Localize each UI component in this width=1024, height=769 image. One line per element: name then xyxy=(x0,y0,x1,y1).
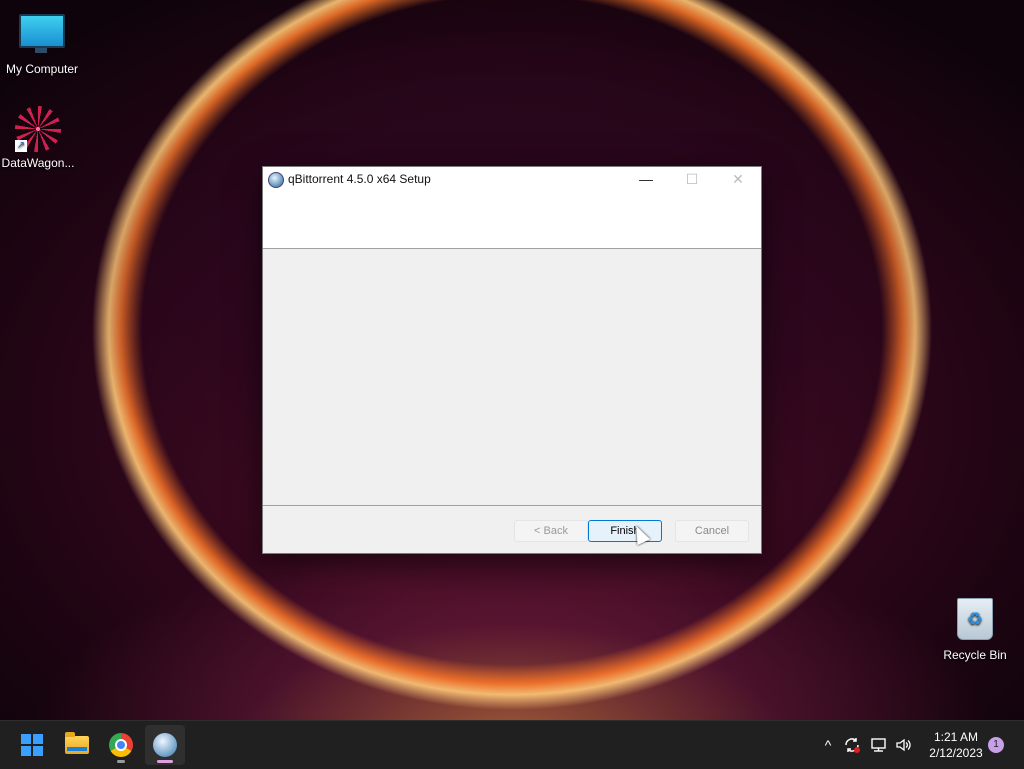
desktop-icon-my-computer[interactable]: My Computer xyxy=(0,4,84,76)
running-indicator xyxy=(117,760,125,763)
desktop-icon-label: My Computer xyxy=(5,62,79,76)
dialog-titlebar[interactable]: qBittorrent 4.5.0 x64 Setup — ☐ ✕ xyxy=(263,167,761,197)
cancel-button[interactable]: Cancel xyxy=(675,520,749,542)
desktop-icon-label: DataWagon... xyxy=(1,156,75,170)
desktop-icon-label: Recycle Bin xyxy=(943,648,1007,662)
network-button[interactable] xyxy=(868,721,890,769)
taskbar-clock[interactable]: 1:21 AM 2/12/2023 xyxy=(920,729,992,761)
sync-icon xyxy=(845,738,860,753)
network-icon xyxy=(871,738,886,752)
recycle-bin-icon xyxy=(957,598,993,640)
desktop-icon-datawagon[interactable]: ↗ DataWagon... xyxy=(0,100,80,170)
close-button[interactable]: ✕ xyxy=(715,167,761,191)
finish-button[interactable]: Finish xyxy=(588,520,662,542)
taskbar-file-explorer[interactable] xyxy=(57,725,97,765)
start-button[interactable] xyxy=(12,725,52,765)
show-hidden-icons-button[interactable]: ^ xyxy=(818,721,838,769)
taskbar-qbittorrent-setup[interactable] xyxy=(145,725,185,765)
footer-divider xyxy=(263,505,761,506)
clock-time: 1:21 AM xyxy=(933,730,979,744)
dialog-title: qBittorrent 4.5.0 x64 Setup xyxy=(288,172,431,186)
desktop-icon-recycle-bin[interactable]: Recycle Bin xyxy=(933,596,1017,662)
setup-dialog: qBittorrent 4.5.0 x64 Setup — ☐ ✕ < Back… xyxy=(262,166,762,554)
chrome-icon xyxy=(109,733,133,757)
qbittorrent-setup-icon xyxy=(153,733,177,757)
active-indicator xyxy=(157,760,173,763)
windows-logo-icon xyxy=(21,734,43,756)
qbittorrent-app-icon xyxy=(268,172,284,188)
maximize-button[interactable]: ☐ xyxy=(669,167,715,191)
chevron-up-icon: ^ xyxy=(824,737,832,753)
monitor-icon xyxy=(19,14,65,53)
volume-icon xyxy=(896,738,911,752)
back-button[interactable]: < Back xyxy=(514,520,588,542)
taskbar: ^ 1:21 AM 2/12/2023 1 xyxy=(0,720,1024,769)
shortcut-arrow-icon: ↗ xyxy=(15,140,27,152)
folder-icon xyxy=(65,732,89,754)
clock-date: 2/12/2023 xyxy=(929,746,983,760)
taskbar-chrome[interactable] xyxy=(101,725,141,765)
minimize-button[interactable]: — xyxy=(623,167,669,191)
dialog-content-area xyxy=(263,249,761,505)
datawagon-icon: ↗ xyxy=(15,106,61,152)
dialog-header-area xyxy=(263,197,761,249)
notification-badge[interactable]: 1 xyxy=(988,737,1004,753)
sync-status-button[interactable] xyxy=(842,721,862,769)
volume-button[interactable] xyxy=(893,721,915,769)
